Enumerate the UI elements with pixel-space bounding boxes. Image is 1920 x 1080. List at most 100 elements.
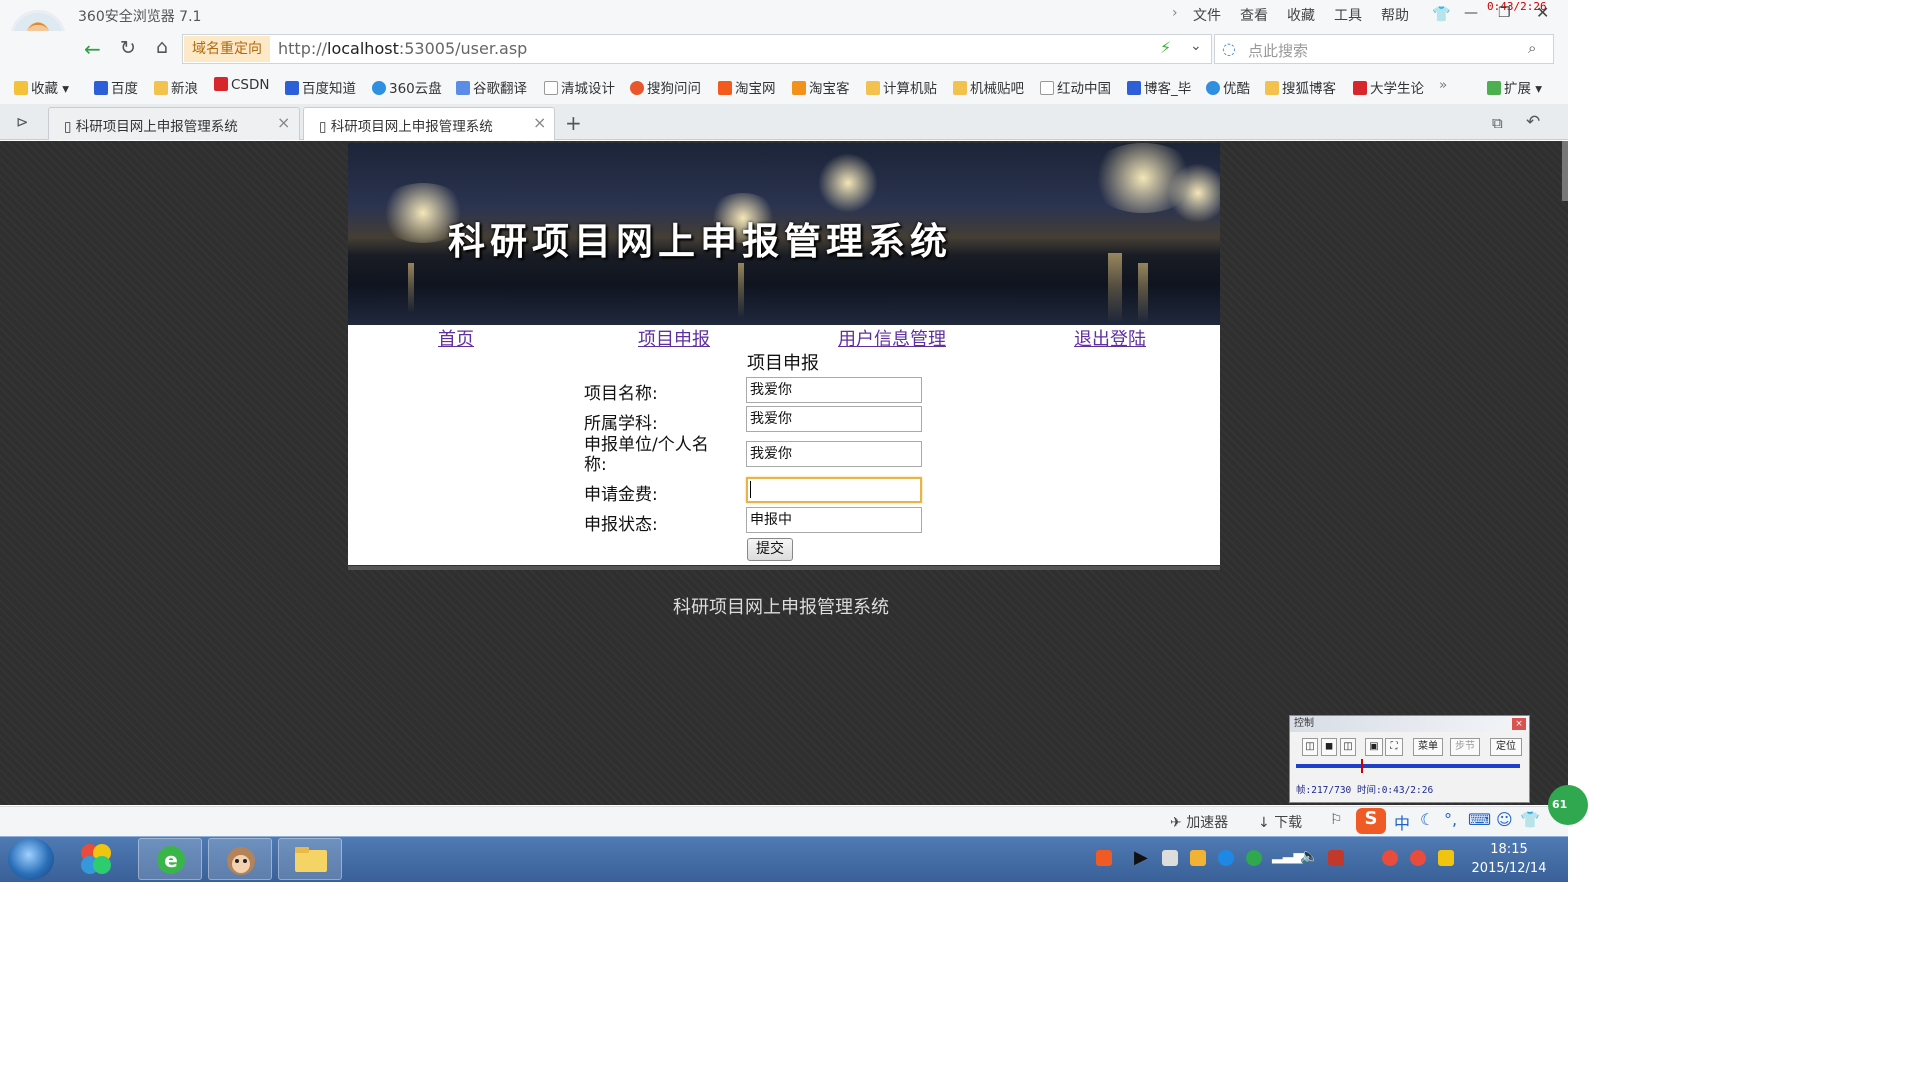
chevron-down-icon[interactable]: ⌄ <box>1190 38 1202 54</box>
ime-mode-icon[interactable]: 中 <box>1394 810 1410 834</box>
punctuation-icon[interactable]: °, <box>1444 810 1457 829</box>
tray-camera-icon[interactable] <box>1162 850 1178 866</box>
keyboard-icon[interactable]: ⌨ <box>1468 810 1491 829</box>
discipline-input[interactable]: 我爱你 <box>746 406 922 432</box>
player-control-title: 控制 <box>1290 716 1529 732</box>
bookmark-baidu-zhidao[interactable]: 百度知道 <box>285 77 356 97</box>
nav-project-apply[interactable]: 项目申报 <box>638 325 710 351</box>
svg-text:e: e <box>164 848 178 872</box>
menu-tools[interactable]: 工具 <box>1334 5 1362 25</box>
tray-play-icon[interactable]: ▶ <box>1134 847 1148 868</box>
bookmark-sogou-wenwen[interactable]: 搜狗问问 <box>630 77 701 97</box>
bookmark-blog-bi[interactable]: 博客_毕 <box>1127 77 1191 97</box>
player-fullscreen-icon[interactable]: ⛶ <box>1385 738 1403 756</box>
bookmark-taobaoke[interactable]: 淘宝客 <box>792 77 850 97</box>
tray-volume-icon[interactable]: 🔈 <box>1300 847 1319 865</box>
scrollbar[interactable] <box>1562 141 1568 201</box>
speed-mode-icon[interactable]: ⚡ <box>1160 38 1171 57</box>
bookmark-baidu[interactable]: 百度 <box>94 77 138 97</box>
bookmark-favorites[interactable]: 收藏 ▾ <box>14 77 69 97</box>
flag-icon[interactable]: ⚐ <box>1330 812 1343 828</box>
bookmark-csdn[interactable]: CSDN <box>214 77 270 93</box>
player-step-button[interactable]: 步节 <box>1450 738 1480 756</box>
funding-input[interactable] <box>746 477 922 503</box>
project-name-input[interactable]: 我爱你 <box>746 377 922 403</box>
refresh-icon[interactable]: ↻ <box>120 37 136 59</box>
nav-user-info[interactable]: 用户信息管理 <box>838 325 946 351</box>
taskbar-explorer-button[interactable] <box>278 838 342 880</box>
bookmark-sina[interactable]: 新浪 <box>154 77 198 97</box>
menu-favorites[interactable]: 收藏 <box>1287 5 1315 25</box>
skin-icon[interactable]: 👕 <box>1432 5 1451 23</box>
tray-360-icon[interactable] <box>1246 850 1262 866</box>
user-icon[interactable]: ☺ <box>1496 810 1513 829</box>
text-cursor <box>750 481 751 498</box>
submit-button[interactable]: 提交 <box>747 538 793 561</box>
bookmark-360-cloud[interactable]: 360云盘 <box>372 77 442 97</box>
player-window-icon[interactable]: ▣ <box>1365 738 1383 756</box>
tray-qq-icon-2[interactable] <box>1410 850 1426 866</box>
back-icon[interactable]: ← <box>84 37 101 61</box>
taskbar-browser-button[interactable]: e <box>138 838 202 880</box>
tab-2-title: ▯ 科研项目网上申报管理系统 <box>319 119 493 135</box>
moon-icon[interactable]: ☾ <box>1420 810 1434 829</box>
bookmark-university-forum[interactable]: 大学生论 <box>1353 77 1424 97</box>
download-button[interactable]: ↓ 下载 <box>1258 812 1302 832</box>
bookmark-hongdong[interactable]: 红动中国 <box>1040 77 1111 97</box>
menu-arrow-icon[interactable]: › <box>1172 5 1178 21</box>
menu-view[interactable]: 查看 <box>1240 5 1268 25</box>
menu-file[interactable]: 文件 <box>1193 5 1221 25</box>
skin-icon-2[interactable]: 👕 <box>1520 810 1540 829</box>
player-progress-marker[interactable] <box>1361 759 1363 773</box>
tab-2-close-icon[interactable]: × <box>533 113 546 132</box>
start-button[interactable] <box>8 838 54 880</box>
accelerator-button[interactable]: ✈ 加速器 <box>1170 812 1228 832</box>
tray-qq-icon-1[interactable] <box>1382 850 1398 866</box>
applicant-input[interactable]: 我爱你 <box>746 441 922 467</box>
security-badge[interactable]: 61 <box>1548 785 1588 825</box>
url-text[interactable]: http://localhost:53005/user.asp <box>278 39 527 58</box>
tab-list-icon[interactable]: ⧉ <box>1492 114 1503 132</box>
redirect-badge[interactable]: 域名重定向 <box>184 36 270 62</box>
clock-time: 18:15 <box>1490 842 1528 857</box>
tab-1-close-icon[interactable]: × <box>277 113 290 132</box>
taskbar-clock[interactable]: 18:15 2015/12/14 <box>1470 840 1548 878</box>
bookmark-google-translate[interactable]: 谷歌翻译 <box>456 77 527 97</box>
player-prev-icon[interactable]: ◫ <box>1302 738 1318 756</box>
monkey-icon <box>227 847 255 875</box>
player-locate-button[interactable]: 定位 <box>1490 738 1522 756</box>
tray-sogou-icon[interactable] <box>1096 850 1112 866</box>
taskbar-app-360-icon[interactable] <box>64 838 128 880</box>
clock-date: 2015/12/14 <box>1471 861 1547 876</box>
player-menu-button[interactable]: 菜单 <box>1413 738 1443 756</box>
menu-help[interactable]: 帮助 <box>1381 5 1409 25</box>
undo-close-icon[interactable]: ↶ <box>1526 112 1540 132</box>
bookmark-mechanical-tieba[interactable]: 机械贴吧 <box>953 77 1024 97</box>
bookmark-computer-tieba[interactable]: 计算机贴 <box>866 77 937 97</box>
search-icon[interactable]: ⌕ <box>1528 39 1536 57</box>
new-tab-icon[interactable]: + <box>565 111 582 135</box>
minimize-icon[interactable]: — <box>1464 5 1478 21</box>
sogou-ime-icon[interactable]: S <box>1356 808 1386 834</box>
home-icon[interactable]: ⌂ <box>156 36 168 58</box>
status-input[interactable]: 申报中 <box>746 507 922 533</box>
nav-logout[interactable]: 退出登陆 <box>1074 325 1146 351</box>
extensions-button[interactable]: 扩展 ▾ <box>1487 77 1542 97</box>
nav-home[interactable]: 首页 <box>438 325 474 351</box>
tray-k-icon[interactable] <box>1218 850 1234 866</box>
taskbar-monkey-app-button[interactable] <box>208 838 272 880</box>
tray-usb-icon[interactable] <box>1328 850 1344 866</box>
bookmark-sohu-blog[interactable]: 搜狐博客 <box>1265 77 1336 97</box>
search-engine-icon[interactable]: ◌ <box>1222 39 1236 58</box>
sidebar-toggle-icon[interactable]: ⊳ <box>16 113 29 131</box>
player-close-icon[interactable]: × <box>1512 718 1526 730</box>
bookmark-qingcheng[interactable]: 清城设计 <box>544 77 615 97</box>
player-progress-track[interactable] <box>1296 764 1520 768</box>
bookmark-youku[interactable]: 优酷 <box>1206 77 1250 97</box>
more-bookmarks-icon[interactable]: » <box>1439 77 1447 93</box>
tray-speaker-icon[interactable] <box>1438 850 1454 866</box>
bookmark-taobao[interactable]: 淘宝网 <box>718 77 776 97</box>
tray-app-icon[interactable] <box>1190 850 1206 866</box>
player-next-icon[interactable]: ◫ <box>1340 738 1356 756</box>
player-stop-icon[interactable]: ◼ <box>1321 738 1337 756</box>
